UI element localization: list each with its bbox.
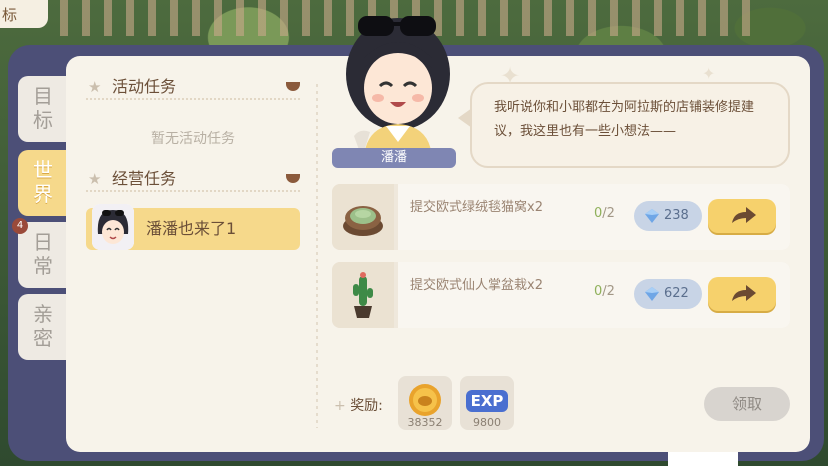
progress-total: /2 <box>602 206 615 221</box>
task-title: 潘潘也来了1 <box>146 219 237 238</box>
column-divider <box>316 84 318 428</box>
go-button[interactable] <box>708 277 776 311</box>
dialogue-text: 我听说你和小耶都在为阿拉斯的店铺装修提建议，我这里也有一些小想法—— <box>494 100 755 139</box>
tab-label: 目标 <box>33 84 53 132</box>
npc-portrait <box>336 8 460 158</box>
reward-label-text: 奖励: <box>350 398 383 414</box>
exp-icon: EXP <box>466 390 508 412</box>
gem-price: 622 <box>634 279 702 309</box>
order-body: 提交欧式绿绒毯猫窝x2 0/2 238 <box>398 184 790 250</box>
forward-arrow-icon <box>732 207 756 223</box>
claim-button[interactable]: 领取 <box>704 387 790 421</box>
reward-label: + 奖励: <box>334 395 383 415</box>
dialogue-bubble: 我听说你和小耶都在为阿拉斯的店铺装修提建议，我这里也有一些小想法—— <box>470 82 790 168</box>
gem-icon <box>645 209 659 223</box>
collapse-icon[interactable] <box>286 82 300 91</box>
order-name: 提交欧式仙人掌盆栽x2 <box>410 278 543 293</box>
price-value: 238 <box>664 208 689 223</box>
reward-exp[interactable]: EXP 9800 <box>460 376 514 430</box>
order-row: 提交欧式仙人掌盆栽x2 0/2 622 <box>332 262 790 328</box>
tab-daily[interactable]: 4 日常 <box>12 218 68 288</box>
tab-world[interactable]: 世界 <box>18 150 68 216</box>
tab-label: 世界 <box>33 158 53 206</box>
notification-badge: 4 <box>12 218 28 234</box>
section-title: 经营任务 <box>112 169 177 188</box>
section-business-tasks[interactable]: ★ 经营任务 <box>86 166 300 192</box>
forward-arrow-icon <box>732 285 756 301</box>
empty-activity-note: 暂无活动任务 <box>151 131 235 147</box>
coin-count: 38352 <box>407 416 443 429</box>
gem-price: 238 <box>634 201 702 231</box>
sparkle-icon: ✦ <box>500 62 521 90</box>
section-activity-tasks[interactable]: ★ 活动任务 <box>86 74 300 100</box>
collapse-icon[interactable] <box>286 174 300 183</box>
star-icon: ★ <box>88 78 102 96</box>
tab-goals[interactable]: 目标 <box>18 76 68 142</box>
tab-label: 日常 <box>33 230 53 278</box>
order-body: 提交欧式仙人掌盆栽x2 0/2 622 <box>398 262 790 328</box>
cactus-icon <box>332 262 394 328</box>
sparkle-icon: ✦ <box>702 64 716 83</box>
order-progress: 0/2 <box>594 206 615 221</box>
exp-count: 9800 <box>473 416 501 429</box>
star-icon: ★ <box>88 170 102 188</box>
avatar <box>92 204 134 250</box>
reward-coins[interactable]: 38352 <box>398 376 452 430</box>
corner-tab[interactable]: 标 <box>0 0 48 28</box>
cat-bed-icon <box>332 184 394 250</box>
price-value: 622 <box>664 286 689 301</box>
section-title: 活动任务 <box>112 77 177 96</box>
bottom-strip <box>668 452 738 466</box>
progress-total: /2 <box>602 284 615 299</box>
order-progress: 0/2 <box>594 284 615 299</box>
npc-nameplate: 潘潘 <box>332 148 456 168</box>
tab-label: 亲密 <box>33 302 53 350</box>
go-button[interactable] <box>708 199 776 233</box>
task-item-panpan[interactable]: 潘潘也来了1 <box>86 204 300 250</box>
order-row: 提交欧式绿绒毯猫窝x2 0/2 238 <box>332 184 790 250</box>
tab-intimacy[interactable]: 亲密 <box>18 294 68 360</box>
gem-icon <box>645 287 659 301</box>
plus-icon: + <box>334 398 346 414</box>
order-name: 提交欧式绿绒毯猫窝x2 <box>410 200 543 215</box>
